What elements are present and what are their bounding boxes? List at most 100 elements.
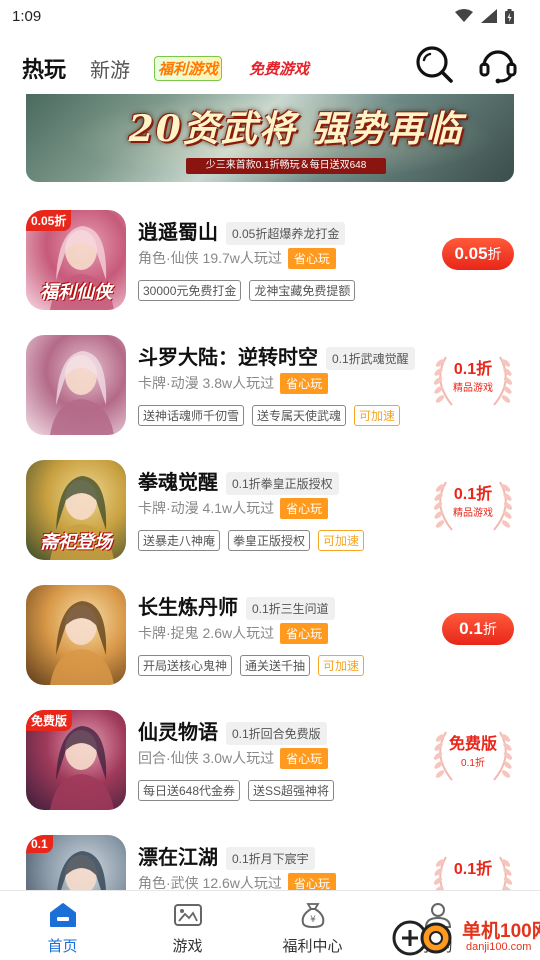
tab-welfare-games[interactable]: 福利游戏 [154, 55, 223, 81]
benefit-tag: 龙神宝藏免费提额 [249, 280, 356, 301]
xiaoyao-shushan-icon[interactable]: 0.05折福利仙侠 [26, 210, 126, 310]
discount-seal-sub: 0.1折 [461, 758, 485, 769]
game-meta: 角色·武侠 12.6w人玩过 [138, 875, 282, 891]
benefit-tag: 拳皇正版授权 [228, 530, 311, 551]
game-meta-line: 卡牌·捉鬼 2.6w人玩过 省心玩 [138, 623, 329, 644]
game-name: 拳魂觉醒 [138, 472, 218, 494]
benefit-tag: 送SS超强神将 [248, 780, 335, 801]
tab-hot[interactable]: 热玩 [22, 52, 66, 84]
benefit-tag: 送暴走八神庵 [138, 530, 221, 551]
tag-row: 每日送648代金券 送SS超强神将 [138, 780, 335, 801]
game-meta: 卡牌·动漫 3.8w人玩过 [138, 375, 275, 391]
douluo-dalu-icon[interactable] [26, 335, 126, 435]
accelerate-tag: 可加速 [318, 655, 365, 676]
game-name: 漂在江湖 [138, 847, 218, 869]
game-list: 0.05折 福利仙侠 逍遥蜀山 0.05折超爆养龙打金 角色·仙侠 19.7w人玩过 省心… [0, 198, 540, 948]
character-art [50, 351, 114, 435]
tab-games[interactable]: 游戏 [125, 891, 250, 960]
game-title-line: 漂在江湖 0.1折月下宸宇 [138, 841, 315, 871]
game-meta: 角色·仙侠 19.7w人玩过 [138, 250, 282, 266]
promo-chip: 0.1折月下宸宇 [226, 847, 315, 871]
game-title-line: 逍遥蜀山 0.05折超爆养龙打金 [138, 216, 346, 246]
character-art [50, 601, 114, 685]
discount-button[interactable]: 0.1折 [442, 613, 514, 645]
game-meta: 卡牌·捉鬼 2.6w人玩过 [138, 625, 275, 641]
promo-chip: 0.1折三生问道 [246, 597, 335, 621]
promo-chip: 0.05折超爆养龙打金 [226, 222, 346, 246]
benefit-tag: 送专属天使武魂 [252, 405, 347, 426]
site-watermark: 单机100网 danji100.com [390, 908, 540, 960]
discount-seal[interactable]: 免费版 0.1折 [430, 726, 516, 786]
discount-unit: 折 [487, 246, 502, 262]
discount-value: 0.1 [459, 619, 483, 638]
tag-row: 送神话魂师千仞雪 送专属天使武魂 可加速 [138, 405, 401, 426]
xianling-wuyu-icon[interactable]: 免费版 [26, 710, 126, 810]
search-icon[interactable] [414, 44, 454, 84]
discount-value: 0.05 [454, 244, 488, 263]
tab-new[interactable]: 新游 [90, 54, 130, 83]
discount-seal-sub: 精品游戏 [453, 508, 493, 519]
game-meta-line: 卡牌·动漫 3.8w人玩过 省心玩 [138, 373, 329, 394]
tag-row: 开局送核心鬼神 通关送千抽 可加速 [138, 655, 365, 676]
tag-row: 30000元免费打金 龙神宝藏免费提额 [138, 280, 356, 301]
accelerate-tag: 可加速 [318, 530, 365, 551]
game-list-item[interactable]: 斋祀登场 拳魂觉醒 0.1折拳皇正版授权 卡牌·动漫 4.1w人玩过 省心玩 送暴走八神庵… [0, 448, 540, 573]
banner-title: 20资武将 强势再临 [128, 108, 464, 150]
game-meta: 卡牌·动漫 4.1w人玩过 [138, 500, 275, 516]
game-name: 逍遥蜀山 [138, 222, 218, 244]
customer-service-icon[interactable] [478, 44, 518, 84]
game-meta: 回合·仙侠 3.0w人玩过 [138, 750, 275, 766]
discount-seal-main: 免费版 [448, 736, 497, 753]
tab-home[interactable]: 首页 [0, 891, 125, 960]
tab-welfare-center[interactable]: ¥ 福利中心 [250, 891, 375, 960]
home-icon [49, 903, 76, 927]
promo-chip: 0.1折回合免费版 [226, 722, 327, 746]
welfare-bag-icon: ¥ [301, 903, 324, 929]
save-chip: 省心玩 [280, 623, 329, 644]
tab-free-games[interactable]: 免费游戏 [246, 57, 312, 80]
discount-unit: 折 [482, 621, 497, 637]
discount-seal[interactable]: 0.1折精品游戏 [430, 351, 516, 411]
tab-home-label: 首页 [47, 938, 78, 955]
promo-banner[interactable]: 20资武将 强势再临 少三来首款0.1折畅玩＆每日送双648 [26, 94, 514, 182]
save-chip: 省心玩 [287, 248, 336, 269]
game-name: 仙灵物语 [138, 722, 218, 744]
watermark-title: 单机100网 [462, 921, 540, 942]
save-chip: 省心玩 [280, 748, 329, 769]
status-time: 1:09 [12, 7, 42, 25]
discount-seal[interactable]: 0.1折 精品游戏 [430, 476, 516, 536]
accelerate-tag: 可加速 [354, 405, 401, 426]
promo-chip: 0.1折武魂觉醒 [326, 347, 415, 371]
game-title-line: 长生炼丹师 0.1折三生问道 [138, 591, 335, 621]
discount-button[interactable]: 0.05折 [442, 238, 514, 270]
game-list-item[interactable]: 0.05折 福利仙侠 逍遥蜀山 0.05折超爆养龙打金 角色·仙侠 19.7w人玩过 省心… [0, 198, 540, 323]
game-list-item[interactable]: 长生炼丹师 0.1折三生问道 卡牌·捉鬼 2.6w人玩过 省心玩 开局送核心鬼神 通关送千… [0, 573, 540, 698]
watermark-logo-icon [392, 920, 452, 956]
game-title-line: 拳魂觉醒 0.1折拳皇正版授权 [138, 466, 339, 496]
game-title-line: 仙灵物语 0.1折回合免费版 [138, 716, 327, 746]
game-list-item[interactable]: 免费版 仙灵物语 0.1折回合免费版 回合·仙侠 3.0w人玩过 省心玩 每日送648代金… [0, 698, 540, 823]
discount-seal-main: 0.1折 [453, 861, 493, 878]
game-title-line: 斗罗大陆：逆转时空 0.1折武魂觉醒 [138, 341, 415, 371]
status-icons [455, 8, 514, 24]
nav-icons [414, 44, 518, 84]
benefit-tag: 通关送千抽 [240, 655, 311, 676]
icon-corner-label: 0.05折 [26, 210, 72, 231]
game-meta-line: 卡牌·动漫 4.1w人玩过 省心玩 [138, 498, 329, 519]
watermark-url: danji100.com [466, 941, 532, 953]
discount-seal-sub: 精品游戏 [453, 383, 493, 394]
game-list-item[interactable]: 斗罗大陆：逆转时空 0.1折武魂觉醒 卡牌·动漫 3.8w人玩过 省心玩 送神话魂师千仞… [0, 323, 540, 448]
quanhun-juexing-icon[interactable]: 斋祀登场 [26, 460, 126, 560]
save-chip: 省心玩 [280, 498, 329, 519]
save-chip: 省心玩 [280, 373, 329, 394]
game-icon [173, 904, 202, 926]
icon-overlay-text: 福利仙侠 [40, 282, 112, 303]
changsheng-liandanshi-icon[interactable] [26, 585, 126, 685]
benefit-tag: 送神话魂师千仞雪 [138, 405, 245, 426]
discount-seal-main: 0.1折 [453, 361, 493, 378]
benefit-tag: 每日送648代金券 [138, 780, 241, 801]
promo-chip: 0.1折拳皇正版授权 [226, 472, 339, 496]
game-name: 斗罗大陆：逆转时空 [138, 347, 318, 369]
svg-text:¥: ¥ [310, 915, 316, 925]
tab-games-label: 游戏 [172, 938, 203, 955]
